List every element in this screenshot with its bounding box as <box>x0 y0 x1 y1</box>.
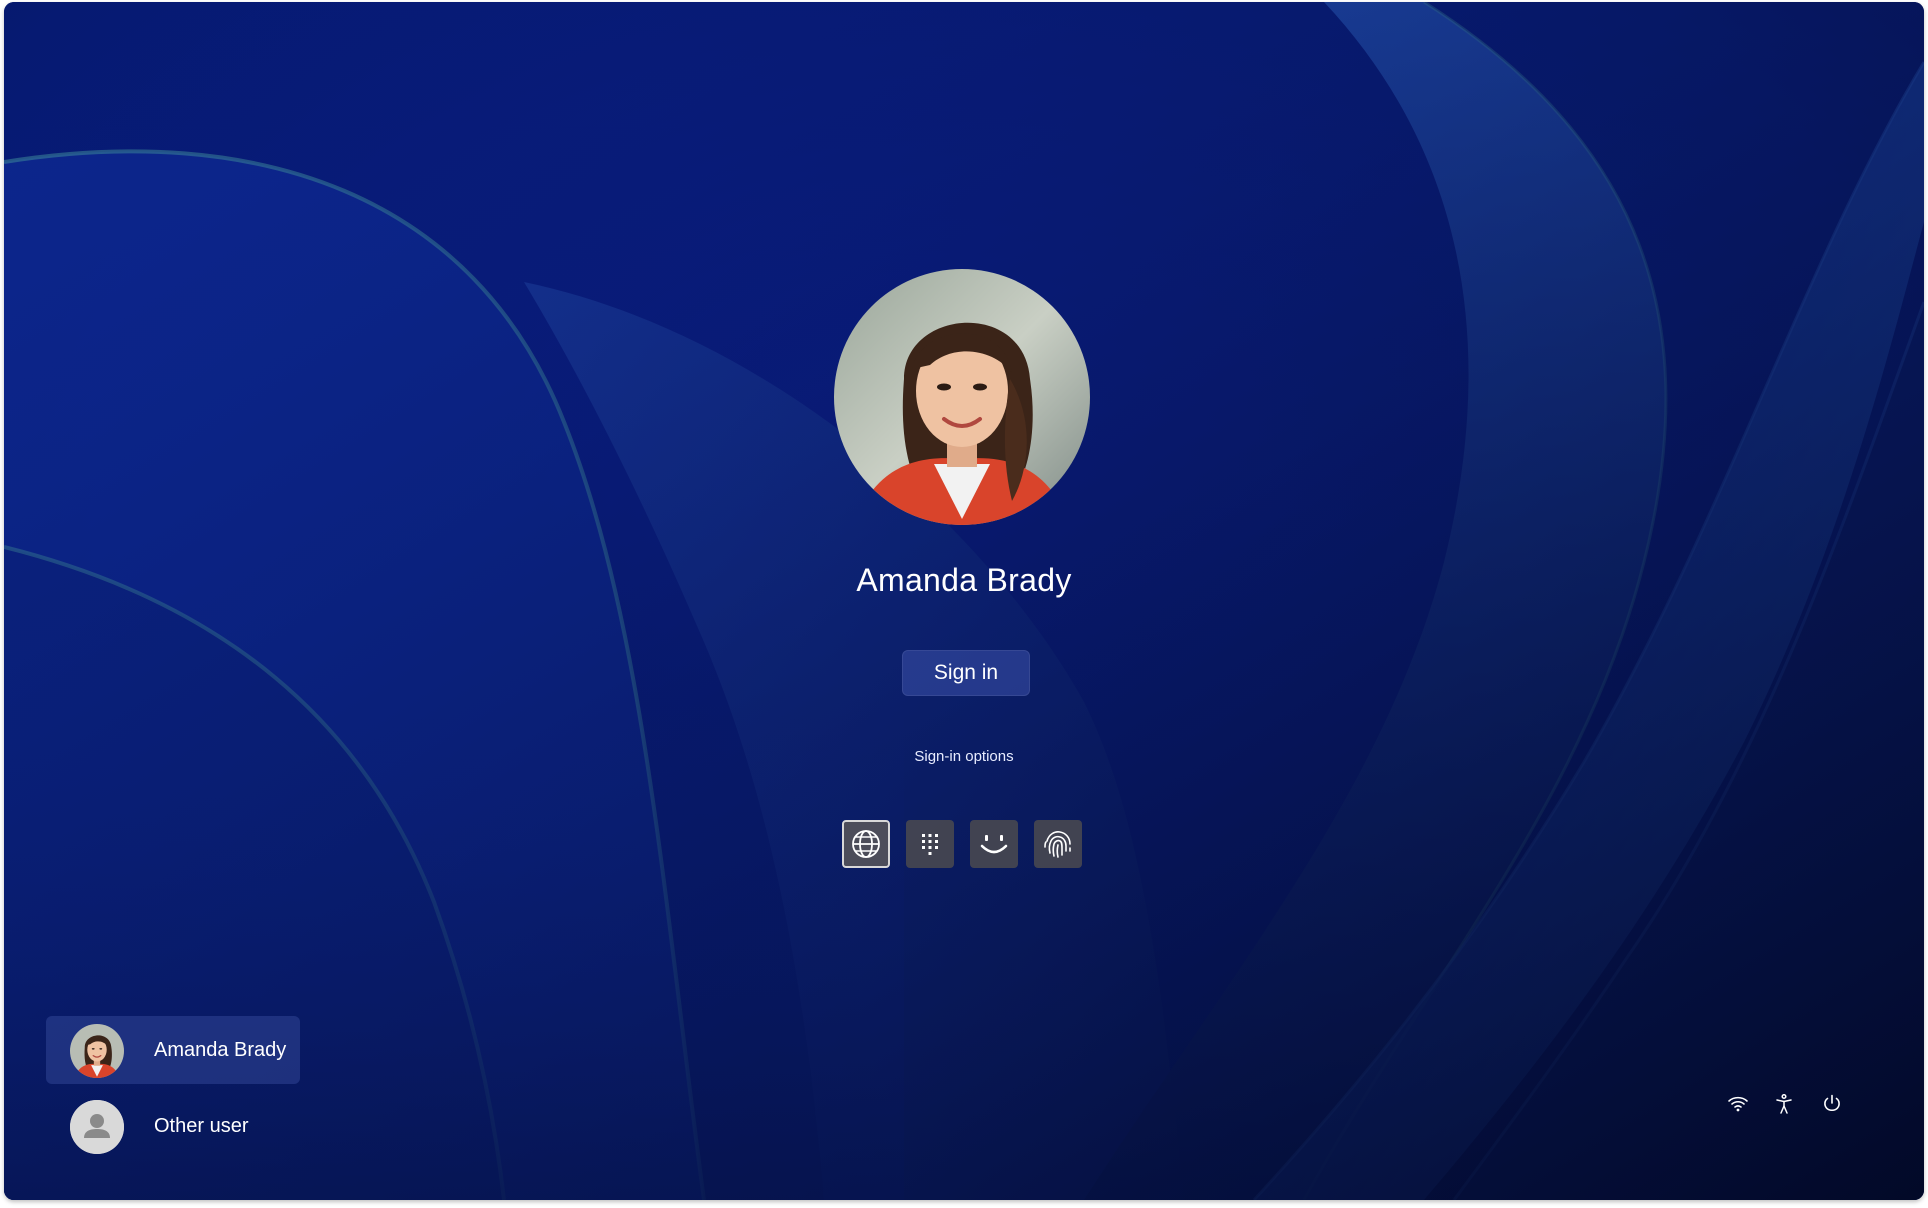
face-recognition-icon <box>980 835 1008 854</box>
fingerprint-icon <box>1044 831 1071 858</box>
user-name: Amanda Brady <box>856 562 1072 598</box>
user-entry-other-user[interactable]: Other user <box>46 1092 300 1160</box>
accessibility-icon[interactable] <box>1772 1092 1796 1116</box>
wifi-icon[interactable] <box>1726 1092 1750 1116</box>
user-entry-amanda-brady[interactable]: Amanda Brady <box>46 1016 300 1084</box>
user-avatar-small <box>70 1024 124 1078</box>
sign-in-method-fingerprint[interactable] <box>1034 820 1082 868</box>
lock-screen: Amanda Brady Sign in Sign-in options Ama… <box>4 2 1924 1200</box>
sign-in-method-face[interactable] <box>970 820 1018 868</box>
power-icon[interactable] <box>1820 1092 1844 1116</box>
sign-in-method-pin[interactable] <box>906 820 954 868</box>
user-entry-label: Amanda Brady <box>154 1038 287 1061</box>
sign-in-method-password[interactable] <box>842 820 890 868</box>
sign-in-options-link[interactable]: Sign-in options <box>864 748 1064 765</box>
person-icon <box>70 1100 124 1154</box>
sign-in-method-list <box>842 820 1082 868</box>
pin-keypad-icon <box>922 834 938 855</box>
user-avatar-large <box>834 269 1090 525</box>
user-entry-label: Other user <box>154 1114 249 1137</box>
globe-icon <box>852 830 880 858</box>
sign-in-button[interactable]: Sign in <box>902 650 1030 696</box>
